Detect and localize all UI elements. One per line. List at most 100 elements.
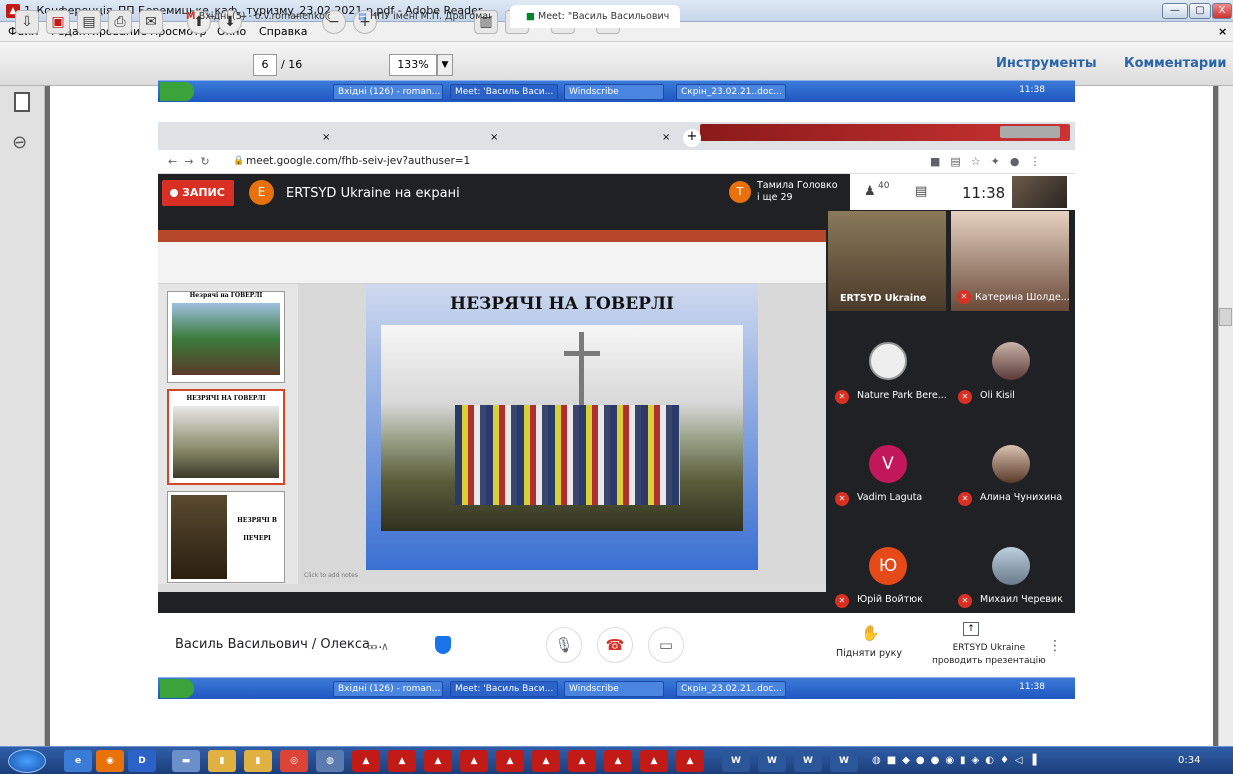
vertical-scrollbar[interactable] <box>1218 86 1233 750</box>
xp-start-button <box>160 82 194 101</box>
word-icon[interactable]: W <box>758 750 786 772</box>
participant-photo <box>992 547 1030 585</box>
maximize-button[interactable]: ▢ <box>1189 3 1211 19</box>
xp-start-button <box>160 679 194 698</box>
pdf-taskbar-icon[interactable]: ▲ <box>460 750 488 772</box>
embedded-taskbar-top: Вхідні (126) - roman... Meet: 'Василь Ва… <box>158 80 1075 102</box>
participant-avatar: Ю <box>869 547 907 585</box>
page-number-input[interactable]: 6 <box>253 54 277 76</box>
participant-photo <box>992 342 1030 380</box>
joiner-avatar: Т <box>729 181 751 203</box>
app-icon[interactable]: ▬ <box>172 750 200 772</box>
pdf-taskbar-icon[interactable]: ▲ <box>352 750 380 772</box>
close-button[interactable]: X <box>1212 3 1232 19</box>
slide-title: НЕЗРЯЧІ НА ГОВЕРЛІ <box>450 294 674 314</box>
participant-photo <box>992 445 1030 483</box>
presenter-title: ERTSYD Ukraine на екрані <box>286 186 460 201</box>
participant-name: Vadim Laguta <box>857 492 923 503</box>
microphone-button[interactable]: 🎙 <box>546 627 582 663</box>
participant-name: Алина Чунихина <box>980 492 1063 503</box>
extension-icons[interactable]: ■▤☆✦●⋮ <box>930 155 1050 168</box>
word-icon[interactable]: W <box>722 750 750 772</box>
tab-close-icon[interactable]: × <box>662 132 670 143</box>
word-icon[interactable]: W <box>794 750 822 772</box>
participant-avatar: V <box>869 445 907 483</box>
participant-count: 40 <box>878 181 890 191</box>
scrollbar-thumb[interactable] <box>1219 308 1232 326</box>
tab-gmail[interactable]: M Вхідні (5) - o.v.romanenko@npu <box>170 5 330 28</box>
presenter-avatar: E <box>249 180 274 205</box>
presenting-status: ERTSYD Ukraine проводить презентацію <box>932 643 1046 666</box>
task-item: Meet: 'Василь Васи... <box>450 681 558 697</box>
tab-close-icon[interactable]: × <box>490 132 498 143</box>
new-tab-button[interactable]: + <box>683 129 701 147</box>
minimize-button[interactable]: — <box>1162 3 1188 19</box>
save-icon[interactable]: ▤ <box>77 10 101 34</box>
notes-placeholder: Click to add notes <box>304 572 358 579</box>
task-item: Скрін_23.02.21..doc... <box>676 681 786 697</box>
participant-tile[interactable]: ✕ Катерина Шолде... <box>951 211 1070 311</box>
zoom-dropdown-icon[interactable]: ▼ <box>437 54 453 76</box>
self-view <box>1012 176 1067 208</box>
tools-button[interactable]: Инструменты <box>996 56 1097 71</box>
daemon-icon[interactable]: D <box>128 750 156 772</box>
tab-npu[interactable]: ▤ НПУ імені М.П. Драгоманова <box>342 5 492 28</box>
participant-name: ERTSYD Ukraine <box>840 293 927 304</box>
email-icon[interactable]: ✉ <box>139 10 163 34</box>
photo-group <box>455 405 680 505</box>
pdf-taskbar-icon[interactable]: ▲ <box>532 750 560 772</box>
nav-icons[interactable]: ← → ↻ <box>168 155 210 168</box>
combine-icon[interactable]: ▣ <box>46 10 70 34</box>
pdf-taskbar-icon[interactable]: ▲ <box>388 750 416 772</box>
meeting-title: Василь Васильович / Олекса... <box>175 637 383 652</box>
tray-icons[interactable]: ◍■◆●●◉▮◈◐♦◁▐ <box>872 755 1042 766</box>
page-total: / 16 <box>281 58 303 71</box>
end-call-button[interactable]: ☎ <box>597 627 633 663</box>
pdf-taskbar-icon[interactable]: ▲ <box>604 750 632 772</box>
shield-icon[interactable] <box>435 636 451 654</box>
thumbnail: Незрячі на ГОВЕРЛІ <box>167 291 285 383</box>
task-item: Windscribe <box>564 681 664 697</box>
participant-name: Катерина Шолде... <box>975 292 1070 303</box>
pdf-taskbar-icon[interactable]: ▲ <box>676 750 704 772</box>
firefox-icon[interactable]: ◉ <box>96 750 124 772</box>
participant-tile[interactable]: ERTSYD Ukraine <box>828 211 946 311</box>
pages-panel-icon[interactable] <box>14 92 30 112</box>
mic-off-icon: ✕ <box>958 594 972 608</box>
photo-cross-bar <box>564 351 600 356</box>
print-icon[interactable]: ⎙ <box>108 10 132 34</box>
task-item: Скрін_23.02.21..doc... <box>676 84 786 100</box>
chrome-icon[interactable]: ◎ <box>280 750 308 772</box>
tab-meet[interactable]: ■ Meet: "Василь Васильович <box>510 5 680 28</box>
create-pdf-icon[interactable]: ⇩ <box>15 10 39 34</box>
people-icon[interactable]: ♟ <box>864 184 876 199</box>
comments-button[interactable]: Комментарии <box>1124 56 1226 71</box>
joiner-notice: Тамила Головко і ще 29 <box>757 180 838 203</box>
camera-button[interactable]: ▭ <box>648 627 684 663</box>
folder-icon[interactable]: ▮ <box>244 750 272 772</box>
powerpoint-statusbar <box>158 584 826 592</box>
word-icon[interactable]: W <box>830 750 858 772</box>
thumbnail: НЕЗРЯЧІ В ПЕЧЕРІ <box>167 491 285 583</box>
folder-icon[interactable]: ▮ <box>208 750 236 772</box>
pdf-taskbar-icon[interactable]: ▲ <box>424 750 452 772</box>
present-icon[interactable]: ↑ <box>963 622 979 636</box>
raise-hand-icon[interactable]: ✋ <box>861 624 880 642</box>
participant-name: Nature Park Bere... <box>857 390 947 401</box>
participant-name: Михаил Черевик <box>980 594 1063 605</box>
chat-icon[interactable]: ▤ <box>915 184 927 199</box>
pdf-taskbar-icon[interactable]: ▲ <box>496 750 524 772</box>
start-button[interactable] <box>8 749 46 773</box>
more-options-icon[interactable]: ⋮ <box>1048 638 1062 654</box>
raise-hand-label[interactable]: Підняти руку <box>836 648 902 659</box>
captions-icon[interactable]: ▭ ∧ <box>367 640 389 653</box>
menu-close-icon[interactable]: × <box>1218 25 1227 38</box>
pdf-taskbar-icon[interactable]: ▲ <box>640 750 668 772</box>
tab-close-icon[interactable]: × <box>322 132 330 143</box>
app-icon[interactable]: ◍ <box>316 750 344 772</box>
pdf-taskbar-icon[interactable]: ▲ <box>568 750 596 772</box>
zoom-input[interactable]: 133% <box>389 54 437 76</box>
thumbnail-active: НЕЗРЯЧІ НА ГОВЕРЛІ <box>167 389 285 485</box>
ie-icon[interactable]: e <box>64 750 92 772</box>
url-field[interactable]: meet.google.com/fhb-seiv-jev?authuser=1 <box>246 155 470 167</box>
